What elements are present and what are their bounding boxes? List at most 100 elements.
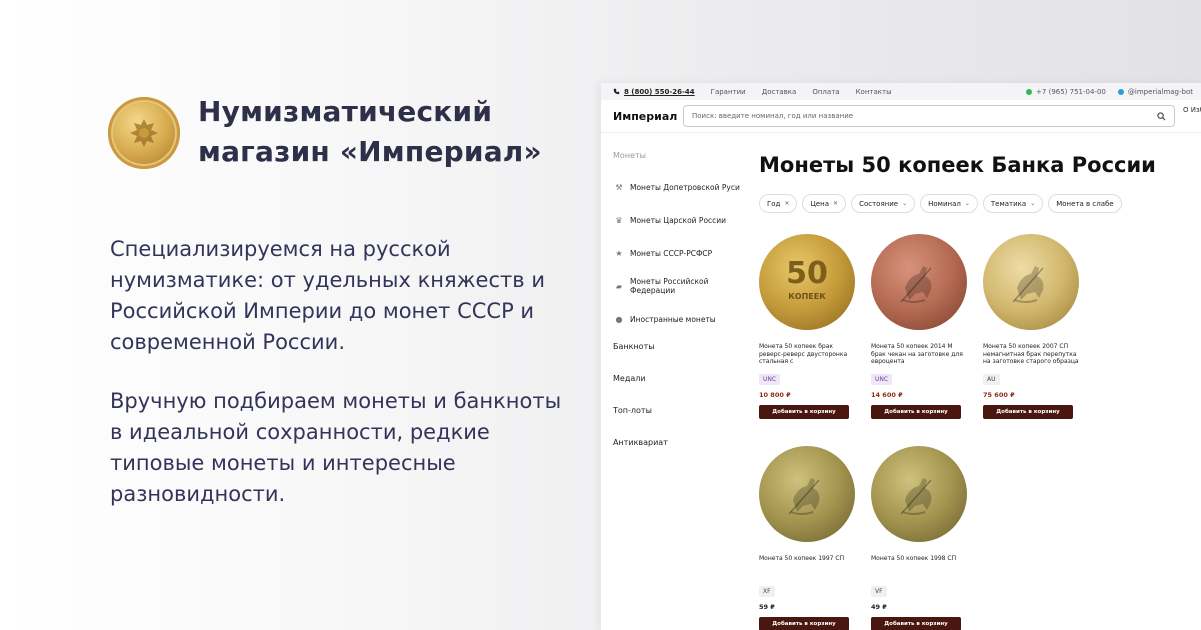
eagle-icon xyxy=(130,119,158,147)
globe-icon: ● xyxy=(615,314,623,324)
sidebar-item-ussr[interactable]: ★ Монеты СССР-РСФСР xyxy=(613,243,743,263)
nav-link-contacts[interactable]: Контакты xyxy=(856,88,892,96)
product-price: 59 ₽ xyxy=(759,603,775,611)
crown-icon: ♛ xyxy=(615,215,623,225)
coin-denomination-text: КОПЕЕК xyxy=(788,292,826,301)
promo-panel: Нумизматический магазин «Империал» Специ… xyxy=(0,0,600,630)
filter-label: Тематика xyxy=(990,199,1027,208)
sidebar-section-banknotes[interactable]: Банкноты xyxy=(613,342,743,374)
st-george-icon xyxy=(1012,266,1044,303)
telegram-handle: @imperialmag-bot xyxy=(1127,87,1193,96)
whatsapp-number: +7 (965) 751-04-00 xyxy=(1036,87,1106,96)
sidebar-section-medals[interactable]: Медали xyxy=(613,374,743,406)
product-card[interactable]: Монета 50 копеек 2014 М брак чекан на за… xyxy=(871,234,983,432)
whatsapp-link[interactable]: +7 (965) 751-04-00 xyxy=(1026,88,1106,96)
sidebar-item-label: Монеты Российской Федерации xyxy=(630,277,709,295)
sidebar-item-russian-federation[interactable]: ▰ Монеты Российской Федерации xyxy=(613,276,743,296)
coin-image[interactable] xyxy=(983,234,1079,330)
sidebar-item-label: Монеты Допетровской Руси xyxy=(630,182,740,192)
sidebar-item-pre-petrine[interactable]: ⚒ Монеты Допетровской Руси xyxy=(613,177,743,197)
filter-slab[interactable]: Монета в слабе xyxy=(1048,194,1122,213)
sidebar-item-label: Монеты СССР-РСФСР xyxy=(630,248,713,258)
topbar-contacts: +7 (965) 751-04-00 @imperialmag-bot xyxy=(1014,83,1193,100)
promo-paragraph-selection: Вручную подбираем монеты и банкноты в ид… xyxy=(110,389,562,506)
filter-theme[interactable]: Тематика ⌄ xyxy=(982,194,1044,213)
product-title[interactable]: Монета 50 копеек 1998 СП xyxy=(871,555,969,578)
star-icon: ★ xyxy=(615,248,623,258)
close-icon[interactable]: ✕ xyxy=(784,200,789,207)
product-price: 49 ₽ xyxy=(871,603,887,611)
chevron-down-icon: ⌄ xyxy=(964,200,970,207)
coin-image[interactable] xyxy=(871,446,967,542)
product-price: 10 800 ₽ xyxy=(759,391,791,399)
site-header: Империал О Избр xyxy=(601,100,1201,133)
coin-image[interactable] xyxy=(759,446,855,542)
filter-price[interactable]: Цена ✕ xyxy=(802,194,847,213)
phone-link[interactable]: 8 (800) 550-26-44 xyxy=(613,88,695,96)
nav-link-delivery[interactable]: Доставка xyxy=(762,88,797,96)
grade-badge: VF xyxy=(871,586,887,597)
whatsapp-icon xyxy=(1026,88,1033,95)
grade-badge: UNC xyxy=(759,374,781,385)
nav-link-payment[interactable]: Оплата xyxy=(812,88,839,96)
bear-icon: ▰ xyxy=(615,281,623,291)
catalog-sidebar: Монеты ⚒ Монеты Допетровской Руси ♛ Монеты… xyxy=(613,151,743,470)
sidebar-section-top-lots[interactable]: Топ-лоты xyxy=(613,406,743,438)
coin-image[interactable]: 50 КОПЕЕК xyxy=(759,234,855,330)
coin-image[interactable] xyxy=(871,234,967,330)
sidebar-item-foreign[interactable]: ● Иностранные монеты xyxy=(613,309,743,329)
sidebar-section-antiques[interactable]: Антиквариат xyxy=(613,438,743,470)
product-card[interactable]: Монета 50 копеек 1997 СП XF 59 ₽ Добавить в… xyxy=(759,446,871,630)
product-price: 14 600 ₽ xyxy=(871,391,903,399)
st-george-icon xyxy=(900,266,932,303)
filter-bar: Год ✕ Цена ✕ Состояние ⌄ Номинал ⌄ Тематика ⌄… xyxy=(759,194,1199,213)
page-title: Монеты 50 копеек Банка России xyxy=(759,153,1156,177)
product-title[interactable]: Монета 50 копеек 2007 СП немагнитная бра… xyxy=(983,343,1081,366)
filter-label: Номинал xyxy=(928,199,961,208)
catalog-content: Монеты 50 копеек Банка России Год ✕ Цена ✕… xyxy=(759,153,1199,630)
product-grid: 50 КОПЕЕК Монета 50 копеек брак реверс-рев… xyxy=(759,234,1199,630)
phone-icon xyxy=(613,88,620,95)
product-card[interactable]: 50 КОПЕЕК Монета 50 копеек брак реверс-рев… xyxy=(759,234,871,432)
close-icon[interactable]: ✕ xyxy=(833,200,838,207)
sidebar-item-label: Монеты Царской России xyxy=(630,215,727,225)
chevron-down-icon: ⌄ xyxy=(1030,200,1036,207)
nav-link-guarantees[interactable]: Гарантии xyxy=(711,88,746,96)
search-icon[interactable] xyxy=(1157,111,1166,121)
promo-headline: Нумизматический магазин «Империал» xyxy=(198,95,542,168)
chevron-down-icon: ⌄ xyxy=(902,200,908,207)
telegram-link[interactable]: @imperialmag-bot xyxy=(1117,87,1193,96)
add-to-cart-button[interactable]: Добавить в корзину xyxy=(759,617,849,630)
promo-paragraph-specialization: Специализируемся на русской нумизматике:… xyxy=(110,237,545,354)
imperial-coin-logo xyxy=(108,97,180,169)
product-title[interactable]: Монета 50 копеек 2014 М брак чекан на за… xyxy=(871,343,969,366)
filter-year[interactable]: Год ✕ xyxy=(759,194,798,213)
axe-icon: ⚒ xyxy=(615,182,623,192)
sidebar-title[interactable]: Монеты xyxy=(613,151,743,160)
add-to-cart-button[interactable]: Добавить в корзину xyxy=(871,405,961,419)
grade-badge: XF xyxy=(759,586,775,597)
add-to-cart-button[interactable]: Добавить в корзину xyxy=(871,617,961,630)
product-title[interactable]: Монета 50 копеек 1997 СП xyxy=(759,555,857,578)
add-to-cart-button[interactable]: Добавить в корзину xyxy=(983,405,1073,419)
favorites-link-cropped[interactable]: О Избр xyxy=(1183,105,1201,116)
sidebar-item-tsarist[interactable]: ♛ Монеты Царской России xyxy=(613,210,743,230)
filter-label: Год xyxy=(767,199,781,208)
add-to-cart-button[interactable]: Добавить в корзину xyxy=(759,405,849,419)
site-logo[interactable]: Империал xyxy=(613,110,683,123)
product-title[interactable]: Монета 50 копеек брак реверс-реверс двус… xyxy=(759,343,857,366)
filter-label: Состояние xyxy=(859,199,899,208)
grade-badge: UNC xyxy=(871,374,893,385)
filter-denomination[interactable]: Номинал ⌄ xyxy=(920,194,978,213)
search-box[interactable] xyxy=(683,105,1175,127)
site-screenshot: 8 (800) 550-26-44 Гарантии Доставка Опла… xyxy=(601,83,1201,630)
sidebar-item-label: Иностранные монеты xyxy=(630,314,716,324)
filter-label: Монета в слабе xyxy=(1056,199,1114,208)
phone-number: 8 (800) 550-26-44 xyxy=(624,87,695,96)
product-card[interactable]: Монета 50 копеек 2007 СП немагнитная бра… xyxy=(983,234,1095,432)
product-card[interactable]: Монета 50 копеек 1998 СП VF 49 ₽ Добавить в… xyxy=(871,446,983,630)
product-price: 75 600 ₽ xyxy=(983,391,1015,399)
search-input[interactable] xyxy=(692,112,1157,120)
filter-condition[interactable]: Состояние ⌄ xyxy=(851,194,916,213)
st-george-icon xyxy=(788,478,820,515)
